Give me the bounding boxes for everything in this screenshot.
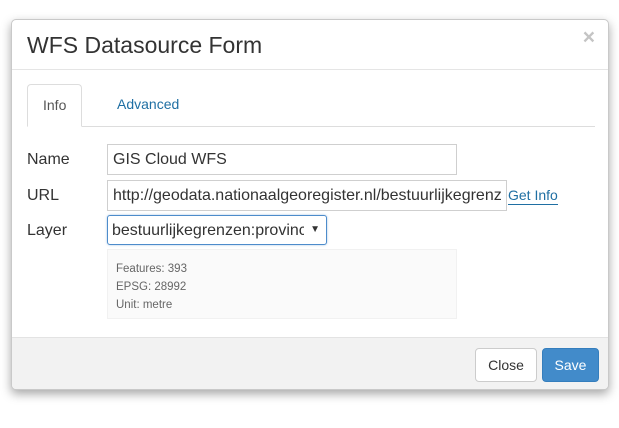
close-icon[interactable]: ×	[583, 27, 595, 49]
url-label: URL	[27, 187, 60, 204]
modal-header: WFS Datasource Form ×	[12, 20, 608, 70]
layer-select[interactable]: bestuurlijkegrenzen:provincies ▼	[107, 215, 327, 245]
tab-advanced[interactable]: Advanced	[102, 84, 194, 126]
url-field[interactable]	[107, 180, 507, 211]
close-button[interactable]: Close	[475, 348, 537, 382]
layer-label: Layer	[27, 222, 68, 239]
epsg-code: EPSG: 28992	[116, 281, 187, 293]
modal-footer: Close Save	[12, 337, 608, 389]
features-count: Features: 393	[116, 263, 187, 275]
modal-title: WFS Datasource Form	[27, 32, 263, 58]
tab-info[interactable]: Info	[27, 84, 83, 127]
name-label: Name	[27, 151, 70, 168]
get-info-link[interactable]: Get Info	[508, 187, 558, 205]
layer-select-value: bestuurlijkegrenzen:provincies	[112, 222, 304, 239]
layer-info-box: Features: 393 EPSG: 28992 Unit: metre	[107, 249, 457, 319]
caret-down-icon: ▼	[310, 224, 320, 235]
unit-info: Unit: metre	[116, 299, 173, 311]
name-field[interactable]	[107, 144, 457, 175]
save-button[interactable]: Save	[542, 348, 599, 382]
wfs-datasource-modal: WFS Datasource Form × Info Advanced Name…	[11, 19, 609, 390]
tab-bar: Info Advanced	[27, 84, 595, 127]
